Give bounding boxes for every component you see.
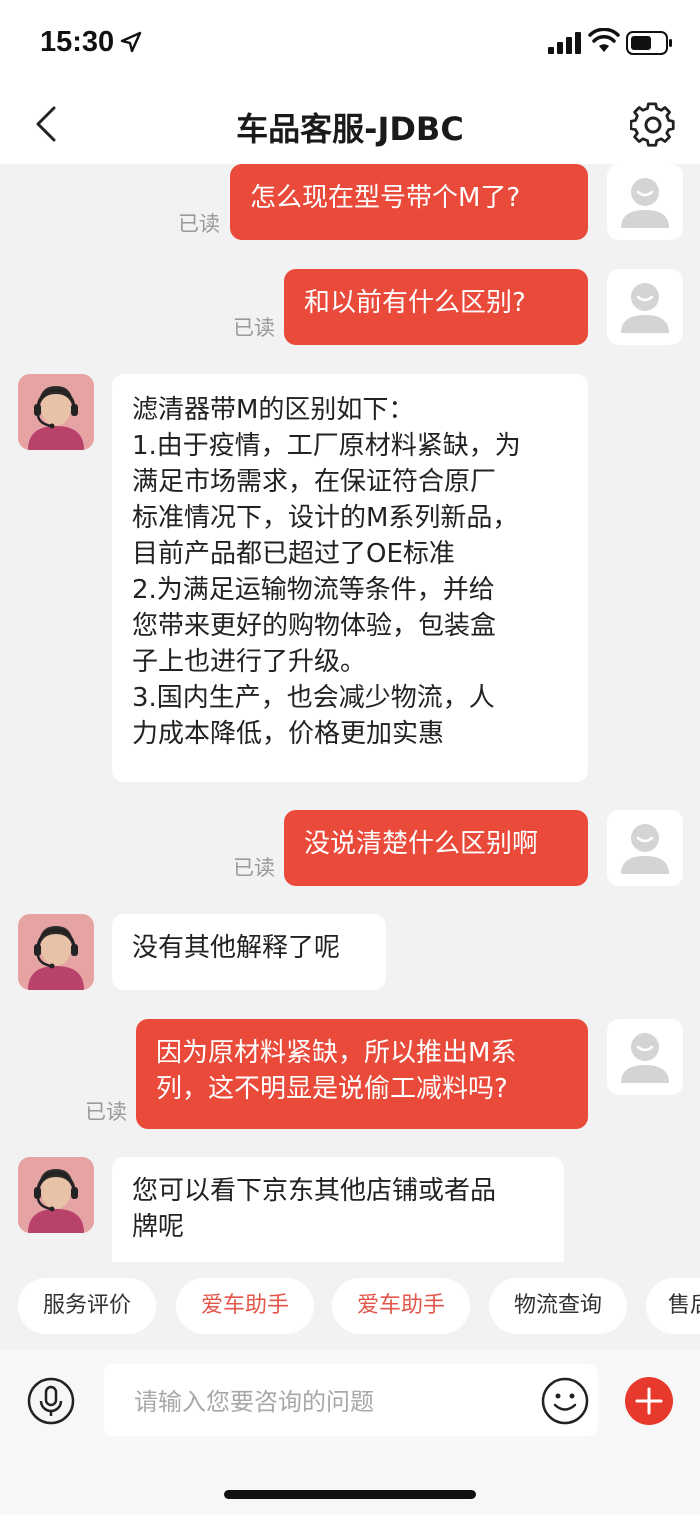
message-line: 子上也进行了升级。 [132, 647, 367, 677]
agent-avatar-icon [28, 1169, 84, 1233]
chat-area[interactable]: 已读 怎么现在型号带个M了? 已读 和以前有什么区别? 滤清器带M的区别如下： … [0, 164, 700, 1262]
avatar[interactable] [607, 810, 683, 886]
message-line: 标准情况下，设计的M系列新品， [132, 503, 519, 533]
quick-reply-bar[interactable]: 服务评价 爱车助手 爱车助手 物流查询 售后 [0, 1262, 700, 1350]
message-bubble-outgoing[interactable]: 和以前有什么区别? [284, 269, 588, 345]
message-text: 没有其他解释了呢 [132, 933, 341, 963]
message-bubble-incoming[interactable]: 没有其他解释了呢 [112, 914, 386, 990]
message-line: 2.为满足运输物流等条件，并给 [132, 575, 495, 605]
user-avatar-icon [621, 1033, 669, 1083]
message-line: 您可以看下京东其他店铺或者品 [132, 1176, 497, 1206]
message-line: 力成本降低，价格更加实惠 [132, 719, 445, 749]
avatar[interactable] [18, 914, 94, 990]
user-avatar-icon [621, 178, 669, 228]
emoji-icon[interactable] [540, 1376, 590, 1426]
read-status: 已读 [233, 316, 275, 340]
avatar[interactable] [18, 1157, 94, 1233]
agent-avatar-icon [28, 926, 84, 990]
battery-icon [626, 31, 672, 55]
message-text: 和以前有什么区别? [304, 288, 526, 318]
avatar[interactable] [607, 164, 683, 240]
message-bubble-outgoing[interactable]: 因为原材料紧缺，所以推出M系 列，这不明显是说偷工减料吗? [136, 1019, 588, 1129]
message-line: 滤清器带M的区别如下： [132, 395, 415, 425]
message-line: 您带来更好的购物体验，包装盒 [132, 611, 497, 641]
message-text: 怎么现在型号带个M了? [250, 183, 521, 213]
status-time: 15:30 [40, 26, 115, 58]
quick-reply-service-rating[interactable]: 服务评价 [18, 1278, 156, 1334]
avatar[interactable] [607, 269, 683, 345]
message-line: 列，这不明显是说偷工减料吗? [156, 1074, 508, 1104]
settings-icon[interactable] [630, 102, 676, 148]
user-avatar-icon [621, 824, 669, 874]
location-arrow-icon [120, 31, 142, 53]
plus-icon[interactable] [624, 1376, 674, 1426]
status-bar: 15:30 [0, 0, 700, 88]
message-bubble-outgoing[interactable]: 怎么现在型号带个M了? [230, 164, 588, 240]
avatar[interactable] [607, 1019, 683, 1095]
message-input-placeholder: 请输入您要咨询的问题 [134, 1388, 374, 1416]
message-input[interactable]: 请输入您要咨询的问题 [104, 1364, 598, 1436]
message-bubble-incoming[interactable]: 滤清器带M的区别如下： 1.由于疫情，工厂原材料紧缺，为 满足市场需求，在保证符… [112, 374, 588, 782]
message-line: 因为原材料紧缺，所以推出M系 [156, 1038, 517, 1068]
message-line: 牌呢 [132, 1212, 185, 1242]
nav-bar: 车品客服-JDBC [0, 88, 700, 164]
message-line: 目前产品都已超过了OE标准 [132, 539, 455, 569]
page-title: 车品客服-JDBC [236, 110, 464, 148]
read-status: 已读 [178, 212, 220, 236]
agent-avatar-icon [28, 386, 84, 450]
home-indicator[interactable] [224, 1490, 476, 1499]
message-text: 没说清楚什么区别啊 [304, 829, 539, 859]
user-avatar-icon [621, 283, 669, 333]
message-bubble-incoming[interactable]: 您可以看下京东其他店铺或者品 牌呢 [112, 1157, 564, 1262]
quick-reply-logistics[interactable]: 物流查询 [489, 1278, 627, 1334]
read-status: 已读 [233, 856, 275, 880]
quick-reply-after-sales[interactable]: 售后 [646, 1278, 700, 1334]
avatar[interactable] [18, 374, 94, 450]
message-line: 1.由于疫情，工厂原材料紧缺，为 [132, 431, 521, 461]
message-bubble-outgoing[interactable]: 没说清楚什么区别啊 [284, 810, 588, 886]
message-line: 满足市场需求，在保证符合原厂 [132, 467, 497, 497]
microphone-icon[interactable] [26, 1376, 76, 1426]
quick-reply-car-assistant-2[interactable]: 爱车助手 [332, 1278, 470, 1334]
quick-reply-car-assistant[interactable]: 爱车助手 [176, 1278, 314, 1334]
signal-icon [548, 32, 581, 54]
wifi-icon [588, 28, 620, 52]
message-line: 3.国内生产，也会减少物流，人 [132, 683, 495, 713]
read-status: 已读 [85, 1100, 127, 1124]
